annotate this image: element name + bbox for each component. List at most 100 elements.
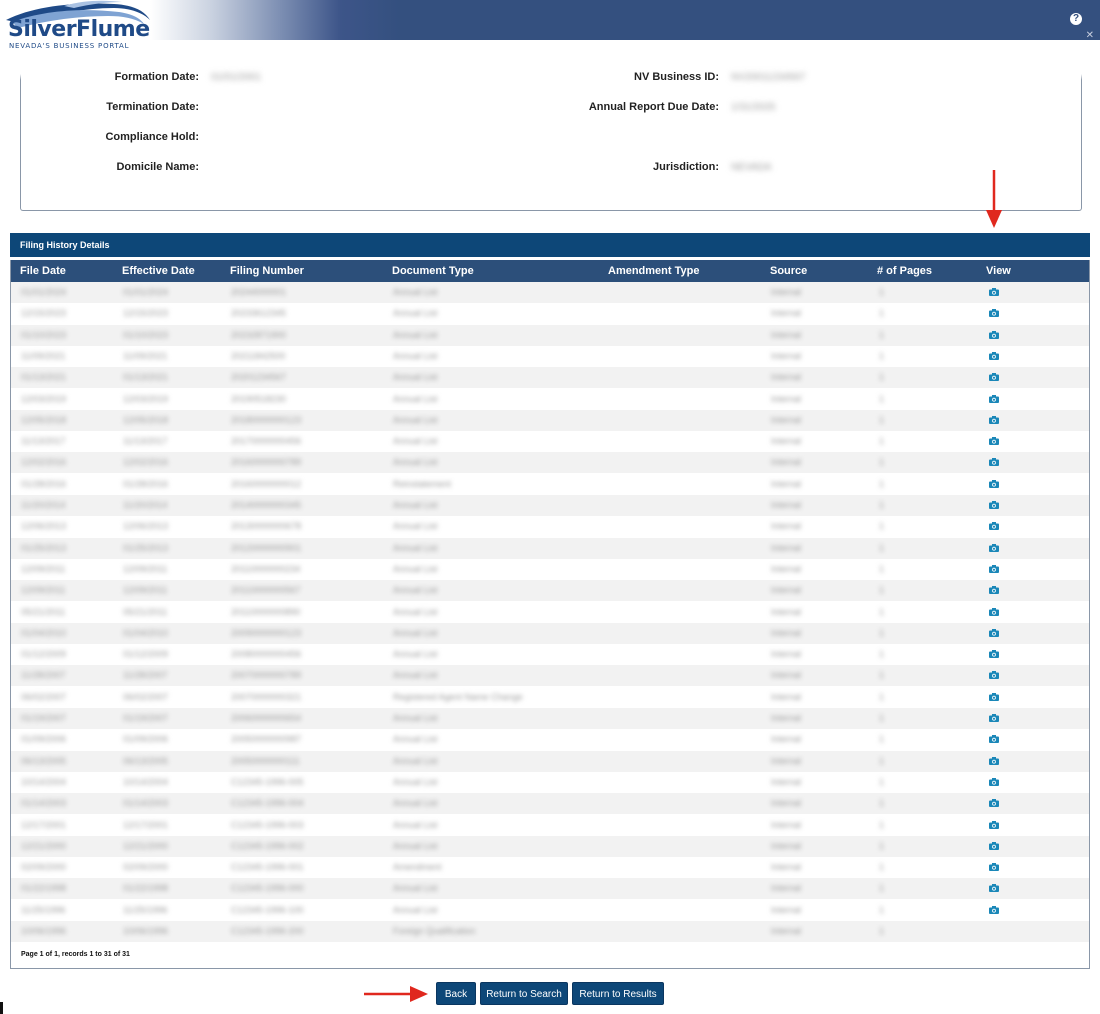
cell-num-pages: 1 bbox=[879, 670, 885, 681]
table-row: 12/21/2000 12/21/2000 C12345-1996-002 Annua… bbox=[11, 835, 1089, 857]
camera-icon[interactable] bbox=[989, 501, 999, 509]
col-filing-number[interactable]: Filing Number bbox=[230, 260, 304, 282]
camera-icon[interactable] bbox=[989, 714, 999, 722]
cell-document-type: Annual List bbox=[393, 521, 438, 532]
jurisdiction-value: NEVADA bbox=[731, 162, 772, 173]
formation-date-label: Formation Date: bbox=[114, 71, 199, 83]
cell-num-pages: 1 bbox=[879, 563, 885, 574]
table-row: 01/09/2006 01/09/2006 20050000000987 Annual… bbox=[11, 729, 1089, 750]
camera-icon[interactable] bbox=[989, 628, 999, 637]
camera-icon[interactable] bbox=[989, 841, 999, 850]
camera-icon[interactable] bbox=[989, 479, 999, 488]
col-source[interactable]: Source bbox=[770, 260, 807, 282]
cell-source: Internal bbox=[771, 670, 802, 681]
camera-icon[interactable] bbox=[989, 415, 999, 424]
camera-icon[interactable] bbox=[989, 564, 999, 573]
cell-file-date: 11/28/2007 bbox=[21, 670, 66, 681]
camera-icon[interactable] bbox=[989, 735, 999, 744]
col-amendment-type[interactable]: Amendment Type bbox=[608, 260, 699, 282]
camera-icon[interactable] bbox=[989, 330, 999, 339]
cell-source: Internal bbox=[771, 478, 802, 489]
camera-icon[interactable] bbox=[989, 373, 999, 382]
cell-num-pages: 1 bbox=[879, 883, 885, 894]
cell-document-type: Annual List bbox=[393, 457, 438, 468]
formation-date-value: 01/01/2001 bbox=[211, 72, 262, 83]
camera-icon[interactable] bbox=[989, 650, 999, 659]
cell-filing-number: 20170000000456 bbox=[231, 436, 302, 447]
camera-icon[interactable] bbox=[989, 671, 999, 680]
cell-file-date: 10/06/1996 bbox=[21, 926, 67, 936]
help-icon[interactable]: ? bbox=[1070, 13, 1082, 25]
camera-icon[interactable] bbox=[989, 522, 999, 531]
cell-filing-number: C12345-1996-002 bbox=[231, 840, 304, 851]
table-row: 12/17/2001 12/17/2001 C12345-1996-003 Annua… bbox=[11, 815, 1089, 836]
cell-num-pages: 1 bbox=[879, 734, 885, 745]
cell-document-type: Annual List bbox=[393, 755, 438, 766]
camera-icon[interactable] bbox=[989, 586, 999, 595]
back-button[interactable]: Back bbox=[436, 982, 476, 1005]
cell-document-type: Annual List bbox=[393, 414, 438, 425]
cell-document-type: Annual List bbox=[393, 308, 438, 319]
annotation-arrow-down-icon bbox=[986, 170, 1002, 228]
cell-document-type: Annual List bbox=[393, 713, 438, 723]
return-to-search-button[interactable]: Return to Search bbox=[480, 982, 568, 1005]
camera-icon[interactable] bbox=[989, 437, 999, 446]
filing-history-table: File Date Effective Date Filing Number D… bbox=[10, 260, 1090, 969]
cell-filing-number: 20140000000345 bbox=[231, 500, 302, 510]
camera-icon[interactable] bbox=[989, 394, 999, 403]
cell-num-pages: 1 bbox=[879, 287, 885, 297]
table-row: 11/20/2014 11/20/2014 20140000000345 Annual… bbox=[11, 495, 1089, 516]
cell-source: Internal bbox=[771, 926, 802, 936]
col-document-type[interactable]: Document Type bbox=[392, 260, 474, 282]
cell-effective-date: 12/06/2013 bbox=[123, 521, 169, 532]
close-icon[interactable]: ✕ bbox=[1086, 30, 1094, 41]
camera-icon[interactable] bbox=[989, 863, 999, 872]
camera-icon[interactable] bbox=[989, 756, 999, 765]
table-row: 12/15/2023 12/15/2023 20233612345 Annual Li… bbox=[11, 303, 1089, 324]
camera-icon[interactable] bbox=[989, 288, 999, 296]
pagination-info: Page 1 of 1, records 1 to 31 of 31 bbox=[21, 951, 130, 958]
camera-icon[interactable] bbox=[989, 543, 999, 552]
cell-effective-date: 01/19/2007 bbox=[123, 713, 169, 723]
col-file-date[interactable]: File Date bbox=[20, 260, 66, 282]
cell-effective-date: 01/10/2023 bbox=[123, 329, 169, 340]
return-to-results-button[interactable]: Return to Results bbox=[572, 982, 664, 1005]
cell-file-date: 12/06/2013 bbox=[21, 521, 67, 532]
cell-document-type: Annual List bbox=[393, 563, 438, 574]
camera-icon[interactable] bbox=[989, 351, 999, 360]
compliance-hold-label: Compliance Hold: bbox=[105, 131, 199, 143]
cell-filing-number: C12345-1996-003 bbox=[231, 819, 304, 830]
camera-icon[interactable] bbox=[989, 607, 999, 616]
camera-icon[interactable] bbox=[989, 458, 999, 467]
table-row: 11/09/2021 11/09/2021 20211842500 Annual Li… bbox=[11, 346, 1089, 367]
table-row: 02/09/2000 02/09/2000 C12345-1996-001 Amend… bbox=[11, 857, 1089, 878]
cell-num-pages: 1 bbox=[879, 926, 885, 936]
camera-icon[interactable] bbox=[989, 884, 999, 893]
camera-icon[interactable] bbox=[989, 905, 999, 914]
cell-document-type: Amendment bbox=[393, 862, 442, 873]
camera-icon[interactable] bbox=[989, 799, 999, 808]
table-row: 12/09/2011 12/09/2011 20110000000567 Annual… bbox=[11, 580, 1089, 602]
cell-source: Internal bbox=[771, 457, 802, 468]
col-num-pages[interactable]: # of Pages bbox=[877, 260, 932, 282]
cell-effective-date: 01/28/2016 bbox=[123, 478, 169, 489]
table-row: 05/21/2011 05/21/2011 20110000000890 Annual… bbox=[11, 602, 1089, 623]
camera-icon[interactable] bbox=[989, 692, 999, 701]
cell-source: Internal bbox=[771, 904, 802, 915]
cell-effective-date: 01/09/2006 bbox=[123, 734, 169, 745]
col-effective-date[interactable]: Effective Date bbox=[122, 260, 195, 282]
camera-icon[interactable] bbox=[989, 777, 999, 786]
cell-file-date: 01/22/1998 bbox=[21, 883, 67, 894]
table-row: 12/05/2018 12/05/2018 20180000000123 Annual… bbox=[11, 409, 1089, 431]
cell-filing-number: 20120000000901 bbox=[231, 542, 302, 553]
silverflume-logo[interactable]: SilverFlume NEVADA'S BUSINESS PORTAL bbox=[4, 0, 154, 52]
camera-icon[interactable] bbox=[989, 309, 999, 318]
cell-filing-number: 20232871900 bbox=[231, 329, 287, 340]
cell-document-type: Annual List bbox=[393, 904, 438, 915]
cell-document-type: Annual List bbox=[393, 734, 438, 745]
table-row: 10/06/1996 10/06/1996 C12345-1996-200 Forei… bbox=[11, 921, 1089, 942]
cell-document-type: Annual List bbox=[393, 585, 438, 596]
cell-filing-number: 20244000001 bbox=[231, 287, 287, 297]
cell-filing-number: 20160000000789 bbox=[231, 457, 302, 468]
camera-icon[interactable] bbox=[989, 820, 999, 829]
